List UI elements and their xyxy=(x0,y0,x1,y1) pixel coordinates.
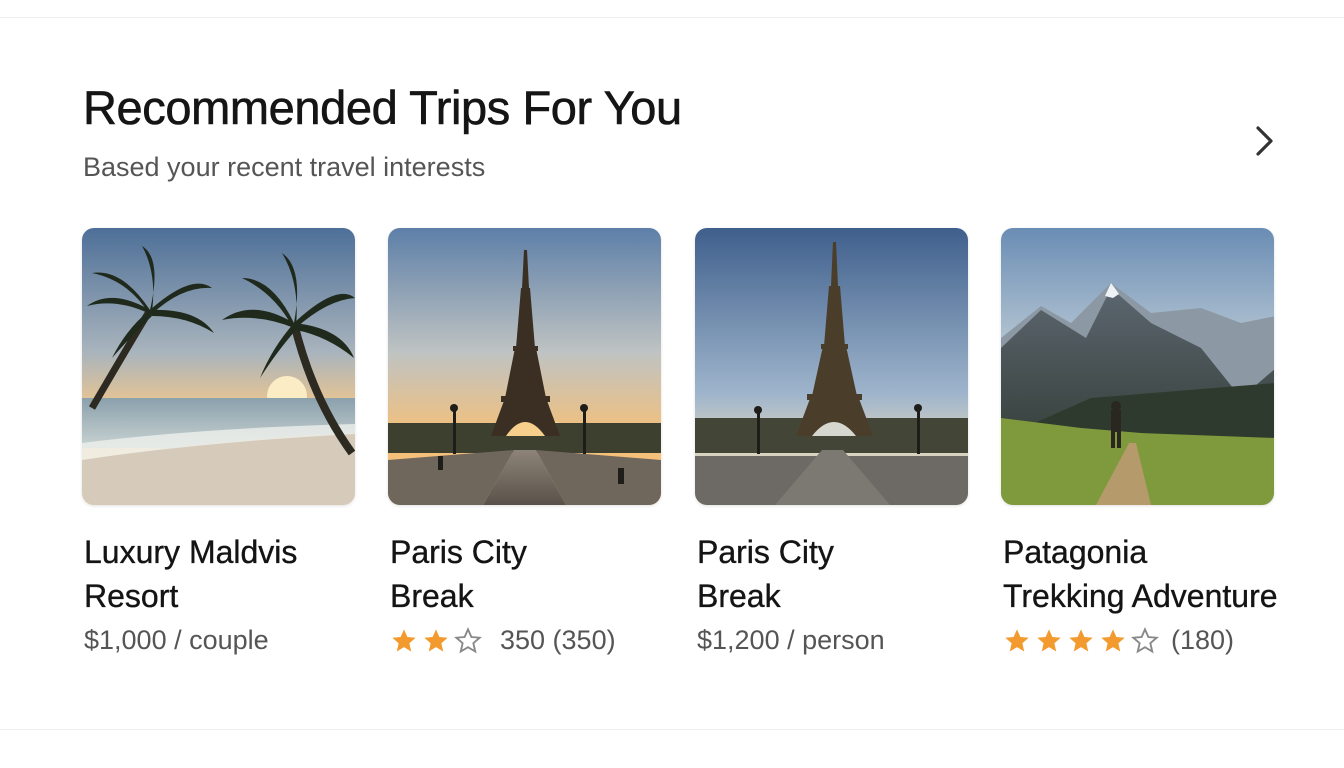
trip-title[interactable]: Patagonia Trekking Adventure xyxy=(1003,530,1333,618)
section-title: Recommended Trips For You xyxy=(83,81,683,135)
trip-title-line1: Paris City xyxy=(390,534,527,570)
star-rating xyxy=(390,626,486,655)
trip-title[interactable]: Paris City Break xyxy=(697,530,1027,618)
trip-title-line2: Resort xyxy=(84,578,179,614)
star-filled-icon xyxy=(1037,628,1061,651)
top-divider xyxy=(0,17,1344,18)
star-filled-icon xyxy=(1069,628,1093,651)
rating-count: 350 (350) xyxy=(500,625,616,655)
trip-rating: 350 (350) xyxy=(390,625,616,656)
trip-title[interactable]: Paris City Break xyxy=(390,530,720,618)
trip-title-line2: Trekking Adventure xyxy=(1003,578,1278,614)
trip-card[interactable]: Luxury Maldvis Resort $1,000 / couple xyxy=(82,228,357,668)
star-outline-icon xyxy=(1131,626,1159,653)
star-outline-icon xyxy=(454,626,482,653)
bottom-divider xyxy=(0,729,1344,730)
trip-card[interactable]: Paris City Break 350 (350) xyxy=(388,228,663,668)
trip-photo-beach[interactable] xyxy=(82,228,355,505)
trip-card[interactable]: Patagonia Trekking Adventure (180) xyxy=(1001,228,1278,668)
rating-count: (180) xyxy=(1171,625,1235,655)
next-button[interactable] xyxy=(1244,120,1286,162)
star-filled-icon xyxy=(1005,628,1029,651)
trip-photo-mountains[interactable] xyxy=(1001,228,1274,505)
section-subtitle: Based your recent travel interests xyxy=(83,152,486,182)
trip-price: $1,200 / person xyxy=(697,625,885,655)
trip-price: $1,000 / couple xyxy=(84,625,269,655)
trip-title-line1: Luxury Maldvis xyxy=(84,534,298,570)
trip-title-line2: Break xyxy=(697,578,781,614)
chevron-right-icon xyxy=(1256,126,1273,156)
trip-photo-eiffel-day[interactable] xyxy=(695,228,968,505)
star-filled-icon xyxy=(424,628,448,651)
trip-rating: (180) xyxy=(1003,625,1234,656)
trip-title-line1: Paris City xyxy=(697,534,834,570)
star-filled-icon xyxy=(1101,628,1125,651)
star-rating xyxy=(1003,626,1163,655)
trip-title-line1: Patagonia xyxy=(1003,534,1148,570)
trip-title-line2: Break xyxy=(390,578,474,614)
trip-photo-eiffel-sunset[interactable] xyxy=(388,228,661,505)
trip-title[interactable]: Luxury Maldvis Resort xyxy=(84,530,414,618)
trip-card[interactable]: Paris City Break $1,200 / person xyxy=(695,228,970,668)
star-filled-icon xyxy=(392,628,416,651)
